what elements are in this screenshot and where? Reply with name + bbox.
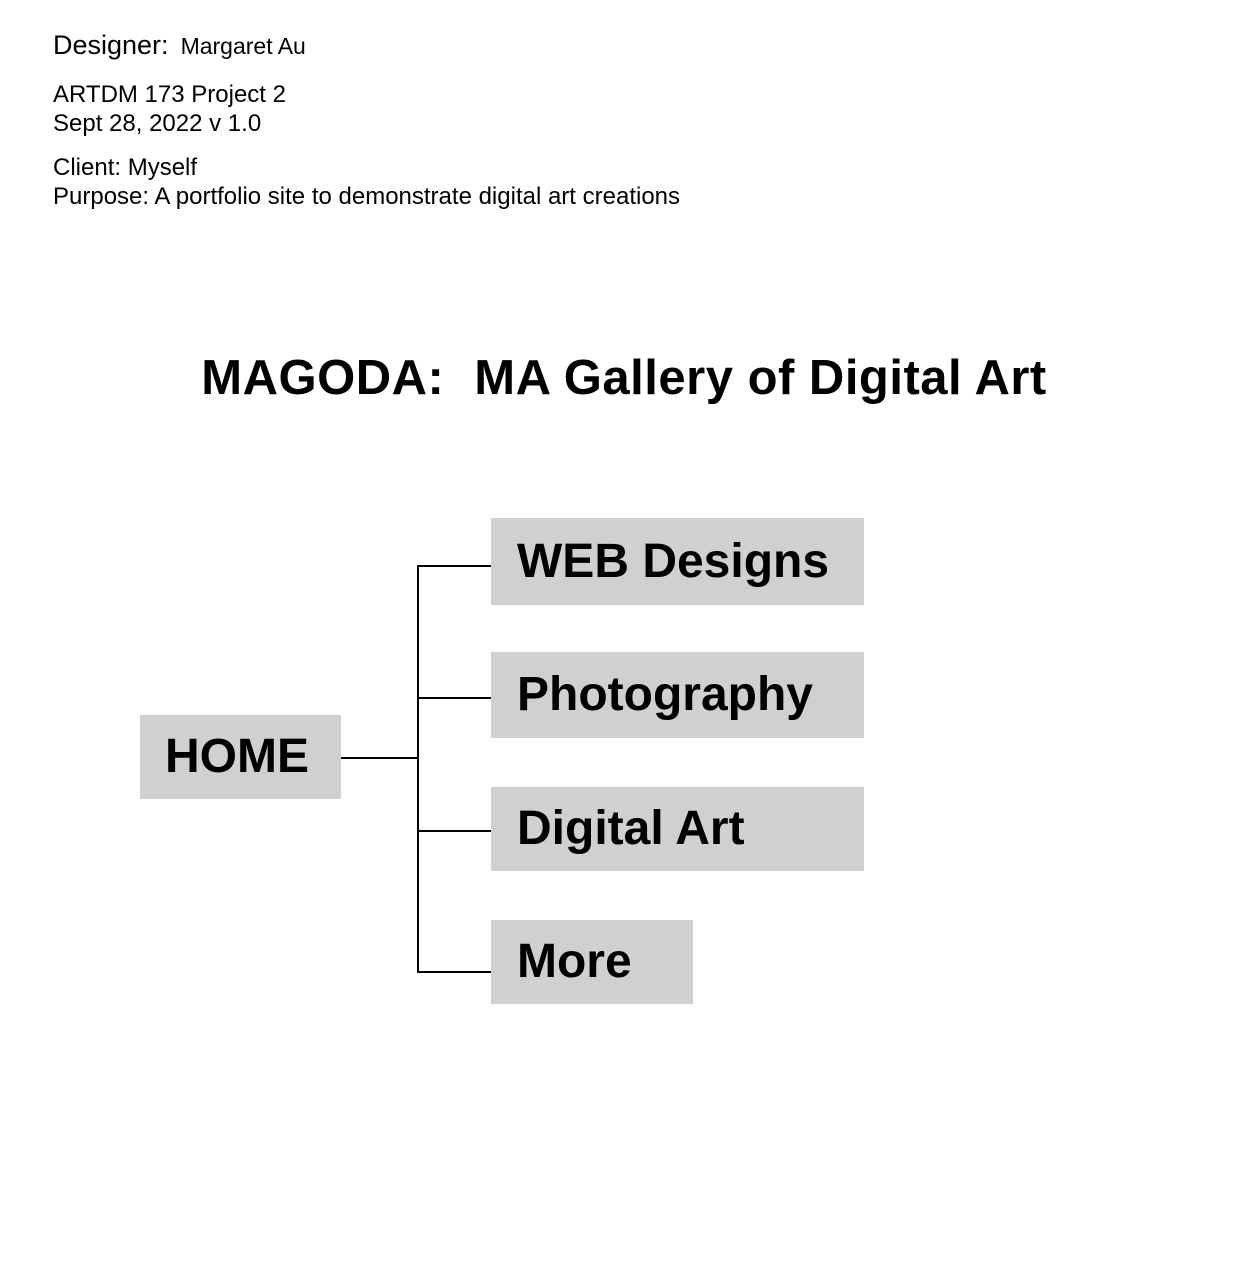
node-more: More [491,920,693,1004]
purpose-info: Purpose: A portfolio site to demonstrate… [53,183,681,210]
node-photography: Photography [491,652,864,738]
node-home-label: HOME [165,730,309,783]
node-digital-art: Digital Art [491,787,864,871]
node-photography-label: Photography [517,668,813,721]
site-title-full: MA Gallery of Digital Art [474,351,1047,405]
connector-web [417,565,491,567]
connector-digital-art [417,830,491,832]
node-more-label: More [517,935,632,988]
node-web-designs-label: WEB Designs [517,534,830,588]
node-home: HOME [140,715,341,799]
date-version: Sept 28, 2022 v 1.0 [53,110,262,137]
designer-line: Designer: Margaret Au [53,31,306,61]
connector-trunk [417,565,419,972]
connector-photography [417,697,491,699]
site-title: MAGODA: MA Gallery of Digital Art [0,350,1248,406]
designer-name: Margaret Au [180,33,306,59]
connector-more [417,971,495,973]
node-digital-art-label: Digital Art [517,802,745,855]
node-web-designs: WEB Designs [491,518,864,605]
course-info: ARTDM 173 Project 2 [53,81,286,108]
client-info: Client: Myself [53,154,198,181]
designer-label: Designer: [53,30,169,60]
site-title-abbr: MAGODA: [201,351,445,405]
connector-home [341,757,418,759]
